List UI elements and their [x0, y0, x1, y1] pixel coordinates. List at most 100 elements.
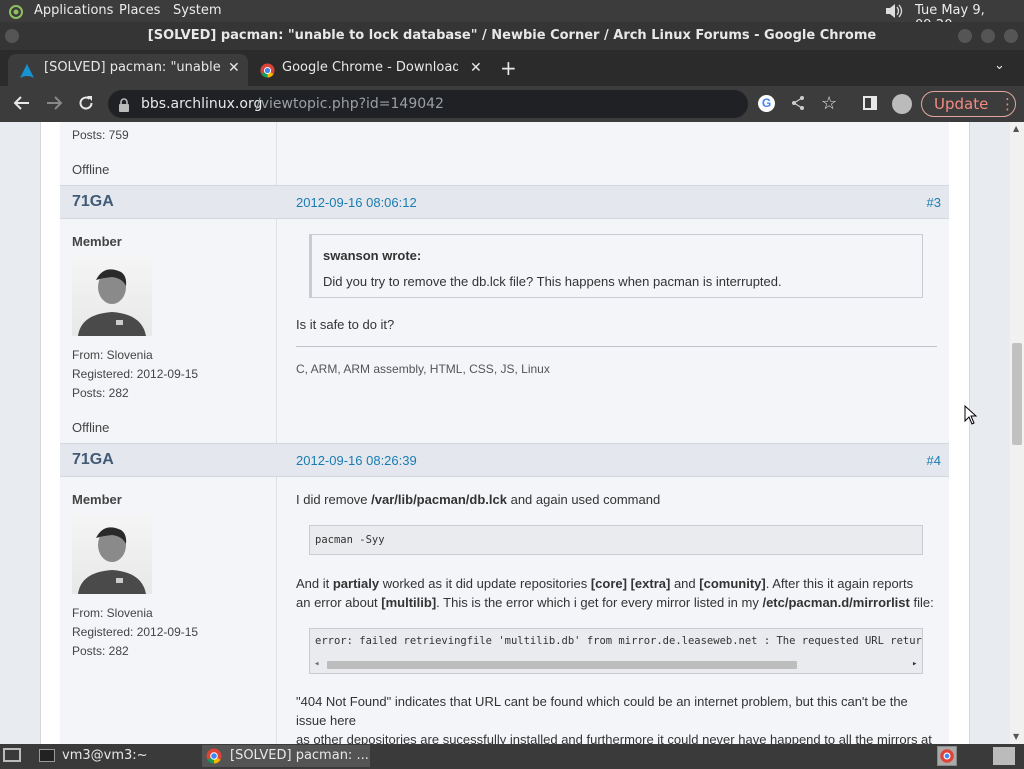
- google-lens-icon[interactable]: G: [758, 95, 775, 112]
- user-location: From: Slovenia: [72, 348, 153, 362]
- places-menu[interactable]: Places: [119, 3, 160, 18]
- top-panel: Applications Places System Tue May 9, 09…: [0, 0, 1024, 33]
- chrome-logo-icon: [206, 748, 222, 768]
- tab-title: Google Chrome - Download th: [282, 60, 458, 75]
- user-role: Member: [72, 234, 122, 249]
- post-text: Is it safe to do it?: [296, 317, 395, 332]
- workspace-switcher-icon[interactable]: [937, 746, 957, 766]
- tab-close-icon[interactable]: ✕: [470, 54, 482, 82]
- scroll-right-icon[interactable]: ▸: [912, 659, 917, 669]
- post-username[interactable]: 71GA: [72, 193, 114, 211]
- text-segment: . This is the error which i get for ever…: [436, 595, 763, 610]
- post-paragraph: issue here: [296, 713, 356, 728]
- post-paragraph: "404 Not Found" indicates that URL cant …: [296, 694, 908, 709]
- text-segment: and again used command: [506, 492, 661, 507]
- page-scrollbar[interactable]: ▲ ▼: [1010, 122, 1024, 744]
- reload-icon[interactable]: [77, 94, 95, 116]
- mouse-cursor-icon: [964, 404, 978, 430]
- menu-dots-icon[interactable]: ⋮: [1000, 92, 1015, 116]
- tab-search-icon[interactable]: ⌄: [994, 58, 1005, 73]
- post-number[interactable]: #3: [927, 195, 941, 210]
- window-title-bar: [SOLVED] pacman: "unable to lock databas…: [0, 22, 1024, 50]
- url-path: /viewtopic.php?id=149042: [256, 96, 444, 112]
- taskbar-item-browser[interactable]: [SOLVED] pacman: ...: [202, 745, 370, 767]
- close-window-icon[interactable]: [1004, 29, 1018, 43]
- gnome-foot-icon[interactable]: [6, 3, 24, 19]
- post-number[interactable]: #4: [927, 453, 941, 468]
- text-segment: . After this it again reports: [765, 576, 914, 591]
- emphasis: [comunity]: [699, 576, 766, 591]
- back-icon[interactable]: [13, 94, 31, 116]
- scrollbar-thumb[interactable]: [1012, 343, 1022, 445]
- share-icon[interactable]: [790, 95, 806, 115]
- url-domain: bbs.archlinux.org: [141, 96, 263, 112]
- online-status: Offline: [72, 420, 110, 435]
- post-username[interactable]: 71GA: [72, 451, 114, 469]
- post-paragraph: And it partialy worked as it did update …: [296, 576, 913, 591]
- text-segment: I did remove: [296, 492, 372, 507]
- scroll-up-icon[interactable]: ▲: [1013, 124, 1019, 133]
- post-paragraph: an error about [multilib]. This is the e…: [296, 595, 934, 610]
- user-signature: C, ARM, ARM assembly, HTML, CSS, JS, Lin…: [296, 362, 550, 376]
- emphasis: [core]: [590, 576, 627, 591]
- taskbar-label: [SOLVED] pacman: ...: [230, 748, 369, 763]
- scroll-down-icon[interactable]: ▼: [1013, 732, 1019, 741]
- code-text: error: failed retrievingfile 'multilib.d…: [315, 635, 923, 647]
- bookmark-star-icon[interactable]: ☆: [821, 93, 837, 114]
- code-block-scrollable[interactable]: error: failed retrievingfile 'multilib.d…: [309, 628, 923, 674]
- post-date[interactable]: 2012-09-16 08:06:12: [296, 195, 417, 210]
- scroll-left-icon[interactable]: ◂: [314, 659, 319, 669]
- tab-bar: [SOLVED] pacman: "unable to ✕ Google Chr…: [0, 50, 1024, 86]
- terminal-icon: [39, 749, 55, 762]
- post-date[interactable]: 2012-09-16 08:26:39: [296, 453, 417, 468]
- user-role: Member: [72, 492, 122, 507]
- user-registered: Registered: 2012-09-15: [72, 367, 199, 381]
- user-location: From: Slovenia: [72, 606, 153, 620]
- text-segment: an error about: [296, 595, 382, 610]
- applications-menu[interactable]: Applications: [34, 3, 113, 18]
- text-segment: worked as it did update repositories: [379, 576, 591, 591]
- browser-toolbar: bbs.archlinux.org /viewtopic.php?id=1490…: [0, 86, 1024, 122]
- show-desktop-icon[interactable]: [3, 748, 21, 762]
- post-header: 71GA 2012-09-16 08:26:39 #4: [60, 443, 949, 477]
- post-count: Posts: 282: [72, 386, 129, 400]
- tab-active[interactable]: [SOLVED] pacman: "unable to ✕: [8, 54, 248, 86]
- new-tab-icon[interactable]: +: [500, 56, 517, 80]
- window-menu-icon[interactable]: [5, 29, 19, 43]
- code-block: pacman -Syy: [309, 525, 923, 555]
- tab-title: [SOLVED] pacman: "unable to: [44, 60, 220, 75]
- quote-author: swanson wrote:: [323, 248, 422, 263]
- taskbar-item-terminal[interactable]: vm3@vm3:~: [34, 745, 194, 767]
- update-label: Update: [934, 95, 989, 113]
- file-path: /var/lib/pacman/db.lck: [371, 492, 507, 507]
- system-menu[interactable]: System: [173, 3, 221, 18]
- address-bar[interactable]: bbs.archlinux.org /viewtopic.php?id=1490…: [108, 90, 748, 118]
- chrome-logo-icon: [260, 61, 275, 86]
- maximize-icon[interactable]: [981, 29, 995, 43]
- volume-icon[interactable]: [884, 2, 904, 24]
- update-button[interactable]: Update ⋮: [921, 91, 1016, 117]
- arch-logo-icon: [20, 61, 34, 86]
- scrollbar-thumb[interactable]: [327, 661, 797, 669]
- signature-divider: [296, 346, 937, 347]
- trash-icon[interactable]: [993, 747, 1015, 765]
- quote-text: Did you try to remove the db.lck file? T…: [323, 274, 782, 289]
- post-header: 71GA 2012-09-16 08:06:12 #3: [60, 185, 949, 219]
- minimize-icon[interactable]: [958, 29, 972, 43]
- text-segment: And it: [296, 576, 333, 591]
- post-paragraph: as other depositories are sucessfully in…: [296, 732, 932, 744]
- tab-close-icon[interactable]: ✕: [228, 54, 240, 82]
- bottom-taskbar: vm3@vm3:~ [SOLVED] pacman: ...: [0, 744, 1024, 768]
- emphasis: partialy: [332, 576, 380, 591]
- emphasis: [multilib]: [381, 595, 437, 610]
- tab-inactive[interactable]: Google Chrome - Download th ✕: [252, 54, 492, 86]
- profile-avatar-icon[interactable]: [892, 94, 912, 114]
- forward-icon[interactable]: [45, 94, 63, 116]
- horizontal-scrollbar[interactable]: ◂ ▸: [314, 659, 920, 671]
- side-panel-icon[interactable]: [863, 96, 877, 110]
- text-segment: and: [670, 576, 700, 591]
- post-count: Posts: 759: [72, 128, 129, 142]
- post-count: Posts: 282: [72, 644, 129, 658]
- quote-box: swanson wrote: Did you try to remove the…: [309, 234, 923, 298]
- lock-icon[interactable]: [118, 97, 130, 116]
